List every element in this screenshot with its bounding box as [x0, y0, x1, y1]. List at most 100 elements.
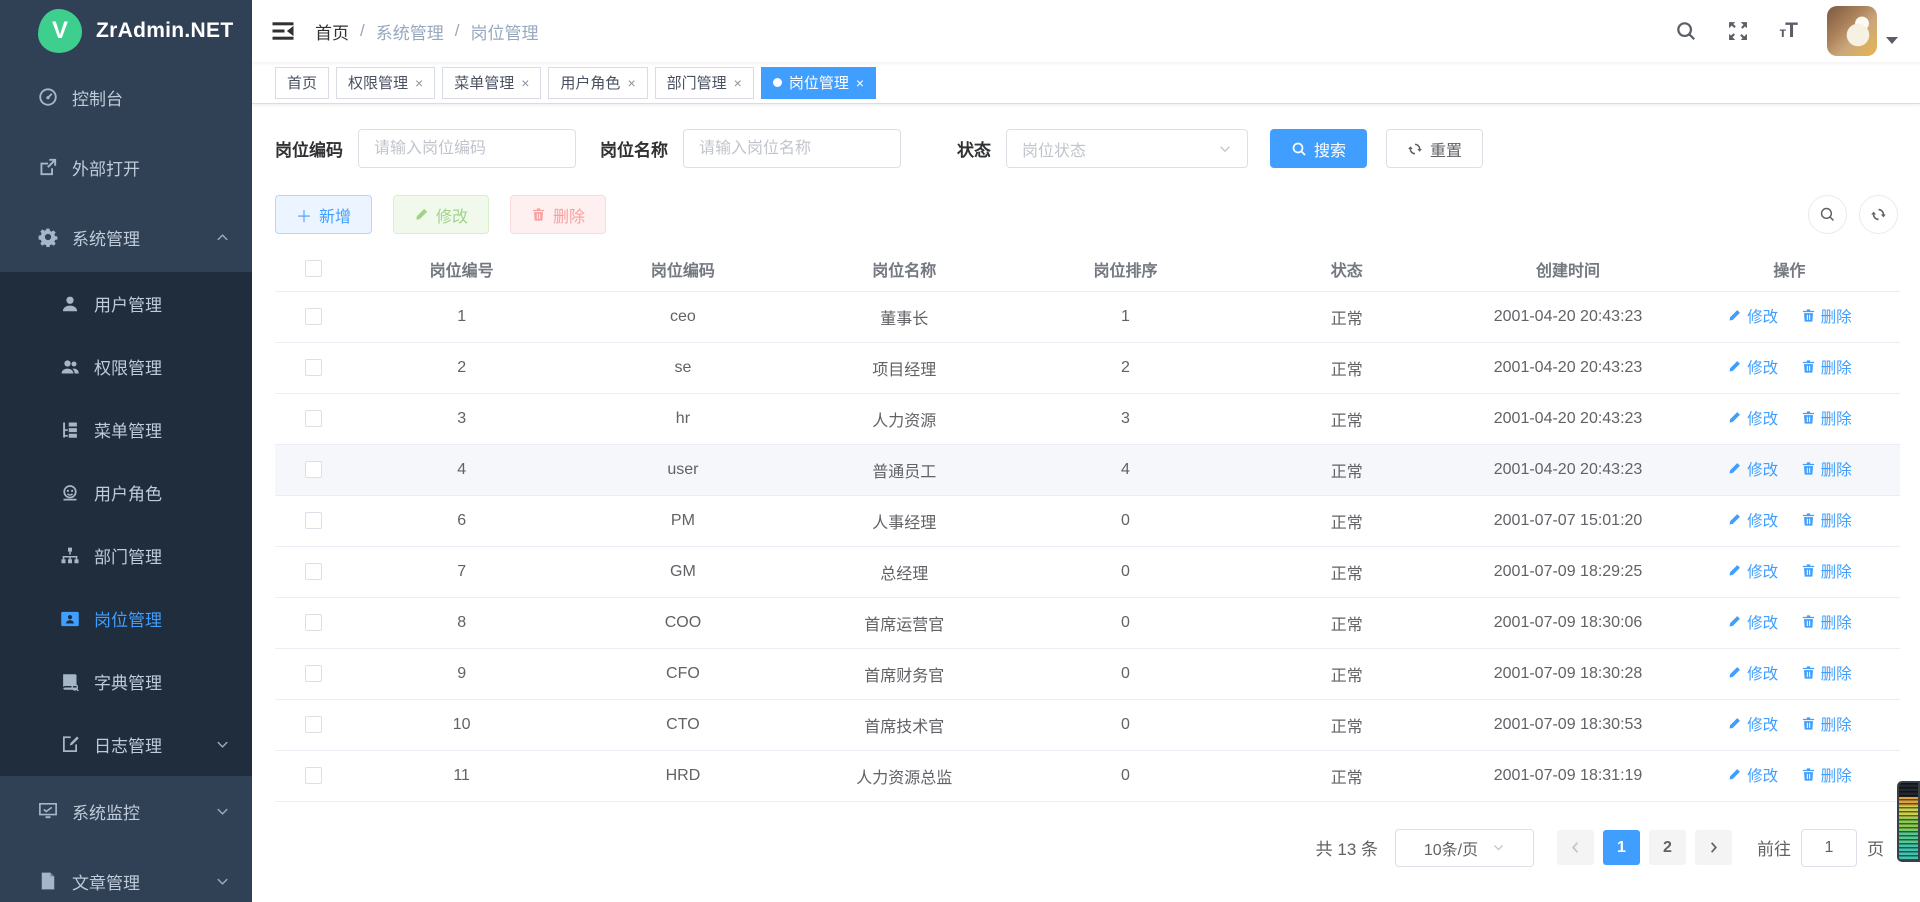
cell-post-sort: 0	[1015, 750, 1236, 801]
row-edit-link[interactable]: 修改	[1727, 662, 1778, 684]
cell-post-code: ceo	[572, 291, 793, 342]
tab-dept[interactable]: 部门管理 ×	[655, 67, 754, 99]
sidebar-collapse-icon[interactable]	[271, 19, 295, 43]
post-name-input[interactable]	[683, 129, 901, 168]
row-checkbox[interactable]	[305, 716, 322, 733]
row-delete-link[interactable]: 删除	[1801, 764, 1852, 786]
breadcrumb-home[interactable]: 首页	[315, 19, 349, 44]
close-icon[interactable]: ×	[627, 75, 635, 91]
col-post-id: 岗位编号	[351, 247, 572, 291]
breadcrumb-separator: /	[360, 21, 365, 41]
row-delete-link[interactable]: 删除	[1801, 509, 1852, 531]
row-edit-link[interactable]: 修改	[1727, 305, 1778, 327]
close-icon[interactable]: ×	[521, 75, 529, 91]
sidebar-item-article-mgmt[interactable]: 文章管理	[0, 846, 252, 902]
tab-post-active[interactable]: 岗位管理 ×	[761, 67, 876, 99]
row-checkbox[interactable]	[305, 308, 322, 325]
row-edit-link[interactable]: 修改	[1727, 764, 1778, 786]
edit-pen-icon	[1727, 410, 1742, 425]
page-button-2[interactable]: 2	[1649, 830, 1686, 865]
reset-button[interactable]: 重置	[1386, 129, 1483, 168]
sidebar-item-system-monitor[interactable]: 系统监控	[0, 776, 252, 846]
tab-menu[interactable]: 菜单管理 ×	[442, 67, 541, 99]
fullscreen-icon[interactable]	[1727, 20, 1749, 42]
row-checkbox[interactable]	[305, 563, 322, 580]
user-menu[interactable]	[1827, 6, 1898, 56]
row-checkbox[interactable]	[305, 359, 322, 376]
tab-user-role[interactable]: 用户角色 ×	[548, 67, 647, 99]
page-button-1[interactable]: 1	[1603, 830, 1640, 865]
row-checkbox[interactable]	[305, 614, 322, 631]
table-header-row: 岗位编号 岗位编码 岗位名称 岗位排序 状态 创建时间 操作	[275, 247, 1900, 291]
search-button[interactable]: 搜索	[1270, 129, 1367, 168]
sidebar-item-dashboard[interactable]: 控制台	[0, 62, 252, 132]
cell-post-sort: 2	[1015, 342, 1236, 393]
goto-page-input[interactable]	[1801, 829, 1857, 867]
cell-post-id: 7	[351, 546, 572, 597]
sidebar-item-dict-mgmt[interactable]: 字典管理	[0, 650, 252, 713]
sidebar-item-menu-mgmt[interactable]: 菜单管理	[0, 398, 252, 461]
menu-tree-icon	[60, 420, 80, 440]
tabs-bar: 首页 权限管理 × 菜单管理 × 用户角色 × 部门管理 × 岗位管理 ×	[252, 62, 1920, 104]
add-button[interactable]: ＋ 新增	[275, 195, 372, 234]
plus-icon: ＋	[296, 203, 312, 227]
sidebar-item-post-mgmt[interactable]: 岗位管理	[0, 587, 252, 650]
sidebar-item-system-mgmt[interactable]: 系统管理	[0, 202, 252, 272]
search-form: 岗位编码 岗位名称 状态 岗位状态 搜索	[275, 129, 1900, 168]
row-delete-link[interactable]: 删除	[1801, 407, 1852, 429]
row-edit-link[interactable]: 修改	[1727, 509, 1778, 531]
row-edit-link[interactable]: 修改	[1727, 356, 1778, 378]
row-edit-link[interactable]: 修改	[1727, 407, 1778, 429]
user-avatar[interactable]	[1827, 6, 1877, 56]
sidebar-item-label: 岗位管理	[94, 606, 162, 631]
font-size-icon[interactable]: тT	[1779, 19, 1797, 43]
search-icon[interactable]	[1675, 20, 1697, 42]
select-all-checkbox[interactable]	[305, 260, 322, 277]
row-delete-link[interactable]: 删除	[1801, 662, 1852, 684]
row-checkbox[interactable]	[305, 767, 322, 784]
edit-button[interactable]: 修改	[393, 195, 489, 234]
row-checkbox[interactable]	[305, 410, 322, 427]
tab-permission[interactable]: 权限管理 ×	[336, 67, 435, 99]
next-page-button[interactable]	[1695, 830, 1732, 865]
row-edit-link[interactable]: 修改	[1727, 713, 1778, 735]
tab-home[interactable]: 首页	[275, 67, 329, 99]
row-checkbox[interactable]	[305, 461, 322, 478]
page-size-select[interactable]: 10条/页	[1395, 829, 1534, 867]
sidebar-item-permission-mgmt[interactable]: 权限管理	[0, 335, 252, 398]
cell-created: 2001-04-20 20:43:23	[1457, 444, 1678, 495]
sidebar-item-external[interactable]: 外部打开	[0, 132, 252, 202]
row-delete-link[interactable]: 删除	[1801, 356, 1852, 378]
status-select[interactable]: 岗位状态	[1006, 129, 1248, 168]
row-delete-link[interactable]: 删除	[1801, 611, 1852, 633]
row-checkbox[interactable]	[305, 512, 322, 529]
cell-post-sort: 4	[1015, 444, 1236, 495]
sidebar-item-user-mgmt[interactable]: 用户管理	[0, 272, 252, 335]
cell-post-id: 10	[351, 699, 572, 750]
cell-post-code: CFO	[572, 648, 793, 699]
row-edit-link[interactable]: 修改	[1727, 560, 1778, 582]
row-checkbox[interactable]	[305, 665, 322, 682]
row-delete-link[interactable]: 删除	[1801, 560, 1852, 582]
row-delete-link[interactable]: 删除	[1801, 305, 1852, 327]
row-delete-link[interactable]: 删除	[1801, 458, 1852, 480]
close-icon[interactable]: ×	[856, 75, 864, 91]
sidebar-item-dept-mgmt[interactable]: 部门管理	[0, 524, 252, 587]
row-delete-link[interactable]: 删除	[1801, 713, 1852, 735]
edit-pen-icon	[1727, 359, 1742, 374]
table-row: 7 GM 总经理 0 正常 2001-07-09 18:29:25 修改	[275, 546, 1900, 597]
scrollbar-widget[interactable]	[1897, 781, 1920, 862]
post-code-input[interactable]	[358, 129, 576, 168]
prev-page-button[interactable]	[1557, 830, 1594, 865]
row-delete-label: 删除	[1821, 764, 1852, 786]
close-icon[interactable]: ×	[415, 75, 423, 91]
sidebar-item-user-role[interactable]: 用户角色	[0, 461, 252, 524]
row-edit-link[interactable]: 修改	[1727, 611, 1778, 633]
close-icon[interactable]: ×	[734, 75, 742, 91]
trash-icon	[1801, 563, 1816, 578]
toggle-search-button[interactable]	[1808, 195, 1847, 234]
refresh-button[interactable]	[1859, 195, 1898, 234]
row-edit-link[interactable]: 修改	[1727, 458, 1778, 480]
delete-button[interactable]: 删除	[510, 195, 606, 234]
sidebar-item-log-mgmt[interactable]: 日志管理	[0, 713, 252, 776]
